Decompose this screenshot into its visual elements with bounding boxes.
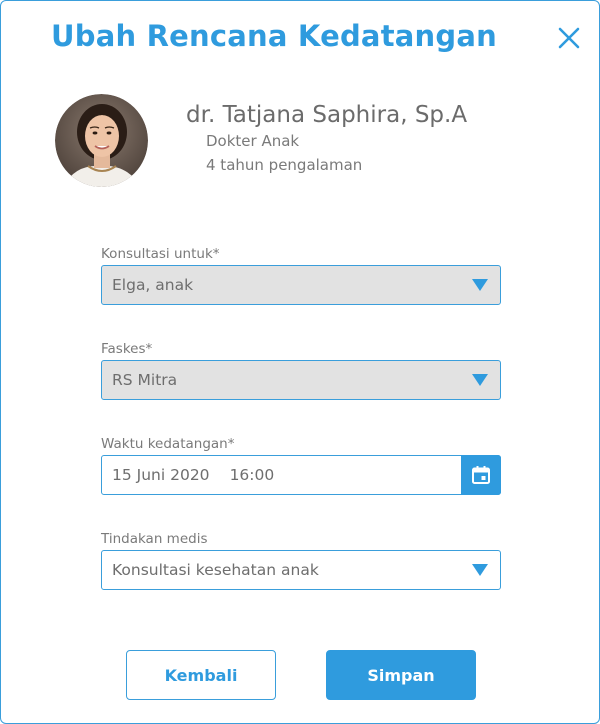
arrival-date-value: 15 Juni 2020 xyxy=(112,466,210,484)
chevron-down-icon xyxy=(472,564,488,576)
procedure-select[interactable]: Konsultasi kesehatan anak xyxy=(101,550,501,590)
save-button[interactable]: Simpan xyxy=(326,650,476,700)
facility-select[interactable]: RS Mitra xyxy=(101,360,501,400)
close-icon[interactable] xyxy=(554,23,586,55)
chevron-down-icon xyxy=(472,279,488,291)
doctor-specialty: Dokter Anak xyxy=(206,132,300,150)
procedure-value: Konsultasi kesehatan anak xyxy=(112,561,319,579)
facility-label: Faskes* xyxy=(101,341,153,357)
arrival-time-value: 16:00 xyxy=(229,466,275,484)
dialog-title: Ubah Rencana Kedatangan xyxy=(51,19,497,53)
back-button[interactable]: Kembali xyxy=(126,650,276,700)
consult-for-label: Konsultasi untuk* xyxy=(101,246,220,262)
consult-for-value: Elga, anak xyxy=(112,276,194,294)
arrival-time-label: Waktu kedatangan* xyxy=(101,436,235,452)
procedure-label: Tindakan medis xyxy=(101,531,208,547)
consult-for-select[interactable]: Elga, anak xyxy=(101,265,501,305)
facility-value: RS Mitra xyxy=(112,371,178,389)
doctor-avatar xyxy=(55,94,148,187)
doctor-experience: 4 tahun pengalaman xyxy=(206,156,363,174)
calendar-icon xyxy=(472,466,490,484)
edit-visit-dialog: Ubah Rencana Kedatangan dr. Tatjana Saph… xyxy=(0,0,600,724)
doctor-name: dr. Tatjana Saphira, Sp.A xyxy=(186,102,468,128)
chevron-down-icon xyxy=(472,374,488,386)
arrival-time-field[interactable]: 15 Juni 2020 16:00 xyxy=(101,455,501,495)
calendar-button[interactable] xyxy=(461,455,501,495)
